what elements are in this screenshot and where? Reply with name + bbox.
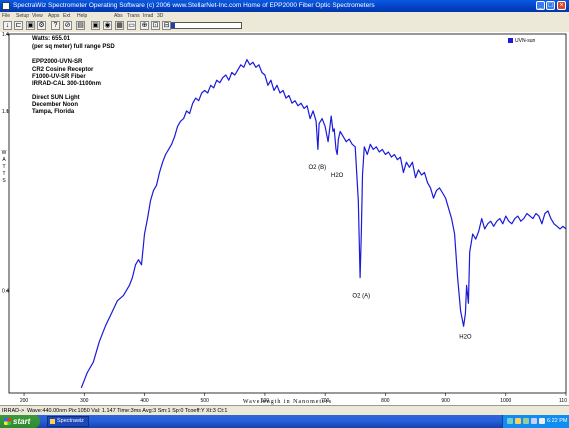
scope-button[interactable]: ▭ (127, 21, 136, 30)
volume-icon[interactable] (515, 418, 521, 424)
open-button[interactable]: ⊏ (14, 21, 23, 30)
stop-button[interactable]: ⊘ (63, 21, 72, 30)
watts-readout: Watts: 655.01 (32, 36, 71, 42)
x-tick-label: 110 (559, 398, 567, 404)
x-tick-label: 800 (381, 398, 390, 404)
config-line: EPP2000-UVN-SR (32, 59, 83, 65)
save-button[interactable]: ▣ (26, 21, 35, 30)
legend-swatch (508, 38, 513, 44)
condition-line: Direct SUN Light (32, 95, 80, 101)
minimize-button[interactable]: _ (536, 1, 545, 10)
menu-bar: File Setup View Apps Ext Help Abs Trans Irrad 3D (0, 12, 569, 20)
snapshot-button[interactable]: ▣ (91, 21, 100, 30)
maximize-button[interactable]: □ (546, 1, 555, 10)
taskbar-item-spectrawiz[interactable]: Spectrawiz (47, 416, 89, 427)
system-tray: 6:22 PM (502, 415, 569, 428)
menu-item-irrad[interactable]: Irrad (143, 12, 153, 20)
x-tick-label: 1000 (500, 398, 511, 404)
clock: 6:22 PM (547, 418, 568, 424)
print-button[interactable]: ▤ (76, 21, 85, 30)
start-button[interactable]: start (0, 415, 40, 428)
acquisition-progress-bar (170, 22, 242, 29)
grid-button[interactable]: ▦ (115, 21, 124, 30)
absorption-label: H2O (459, 334, 472, 340)
download-button[interactable]: ↓ (3, 21, 12, 30)
legend-label: UVN-sun (515, 38, 536, 44)
app-icon (2, 2, 10, 10)
start-label: start (13, 417, 31, 426)
help-button[interactable]: ? (51, 21, 60, 30)
y-axis-label: WATTS (1, 150, 7, 184)
taskbar-item-label: Spectrawiz (57, 418, 84, 424)
settings-button[interactable]: ⚙ (37, 21, 46, 30)
absorption-label: H2O (331, 173, 344, 179)
capture-button[interactable]: ◉ (103, 21, 112, 30)
config-line: CR2 Cosine Receptor (32, 67, 94, 73)
spectrum-chart[interactable]: 200 300 400 500 600 700 800 900 1000 110 1.4 1.1 0.4… (0, 32, 569, 405)
x-tick-label: 500 (201, 398, 210, 404)
y-tick-label: 1.1 (2, 109, 9, 115)
config-line: F1000-UV-SR Fiber (32, 74, 86, 80)
window-title: SpectraWiz Spectrometer Operating Softwa… (13, 2, 375, 9)
y-tick-label: 1.4 (2, 32, 9, 38)
fit-button[interactable]: ⊡ (151, 21, 160, 30)
spectrawiz-icon (50, 419, 55, 424)
condition-line: Tampa, Florida (32, 109, 75, 115)
menu-item-setup[interactable]: Setup (16, 12, 29, 20)
progress-fill (171, 23, 176, 28)
spectrawiz-window: SpectraWiz Spectrometer Operating Softwa… (0, 0, 569, 428)
menu-item-view[interactable]: View (32, 12, 43, 20)
chart-legend: UVN-sun (508, 38, 535, 44)
x-tick-label: 300 (80, 398, 89, 404)
clear-button[interactable]: ⊟ (162, 21, 171, 30)
update-icon[interactable] (539, 418, 545, 424)
menu-item-help[interactable]: Help (77, 12, 87, 20)
spectrum-plot[interactable]: 200 300 400 500 600 700 800 900 1000 1101.41.10.4… (0, 32, 569, 405)
menu-item-apps[interactable]: Apps (48, 12, 59, 20)
taskbar: start Spectrawiz 6:22 PM (0, 415, 569, 428)
plot-frame (8, 33, 567, 394)
network-icon[interactable] (507, 418, 513, 424)
close-button[interactable]: × (557, 1, 566, 10)
zoom-button[interactable]: ⊕ (140, 21, 149, 30)
y-tick-label: 0.4 (2, 288, 9, 294)
x-tick-label: 200 (20, 398, 29, 404)
config-line: IRRAD-CAL 300-1100nm (32, 81, 101, 87)
menu-item-ext[interactable]: Ext (63, 12, 70, 20)
absorption-label: O2 (B) (308, 165, 326, 171)
monitor-icon[interactable] (531, 418, 537, 424)
menu-item-3d[interactable]: 3D (157, 12, 163, 20)
condition-line: December Noon (32, 102, 79, 108)
security-icon[interactable] (523, 418, 529, 424)
x-tick-label: 400 (140, 398, 149, 404)
title-bar[interactable]: SpectraWiz Spectrometer Operating Softwa… (0, 0, 569, 12)
absorption-label: O2 (A) (352, 293, 370, 299)
menu-item-abs[interactable]: Abs (114, 12, 123, 20)
spectrum-line (80, 59, 567, 389)
unit-label: (per sq meter) full range PSD (32, 44, 115, 50)
windows-logo-icon (4, 418, 11, 425)
x-tick-label: 900 (441, 398, 450, 404)
menu-item-trans[interactable]: Trans (127, 12, 140, 20)
menu-item-file[interactable]: File (2, 12, 10, 20)
